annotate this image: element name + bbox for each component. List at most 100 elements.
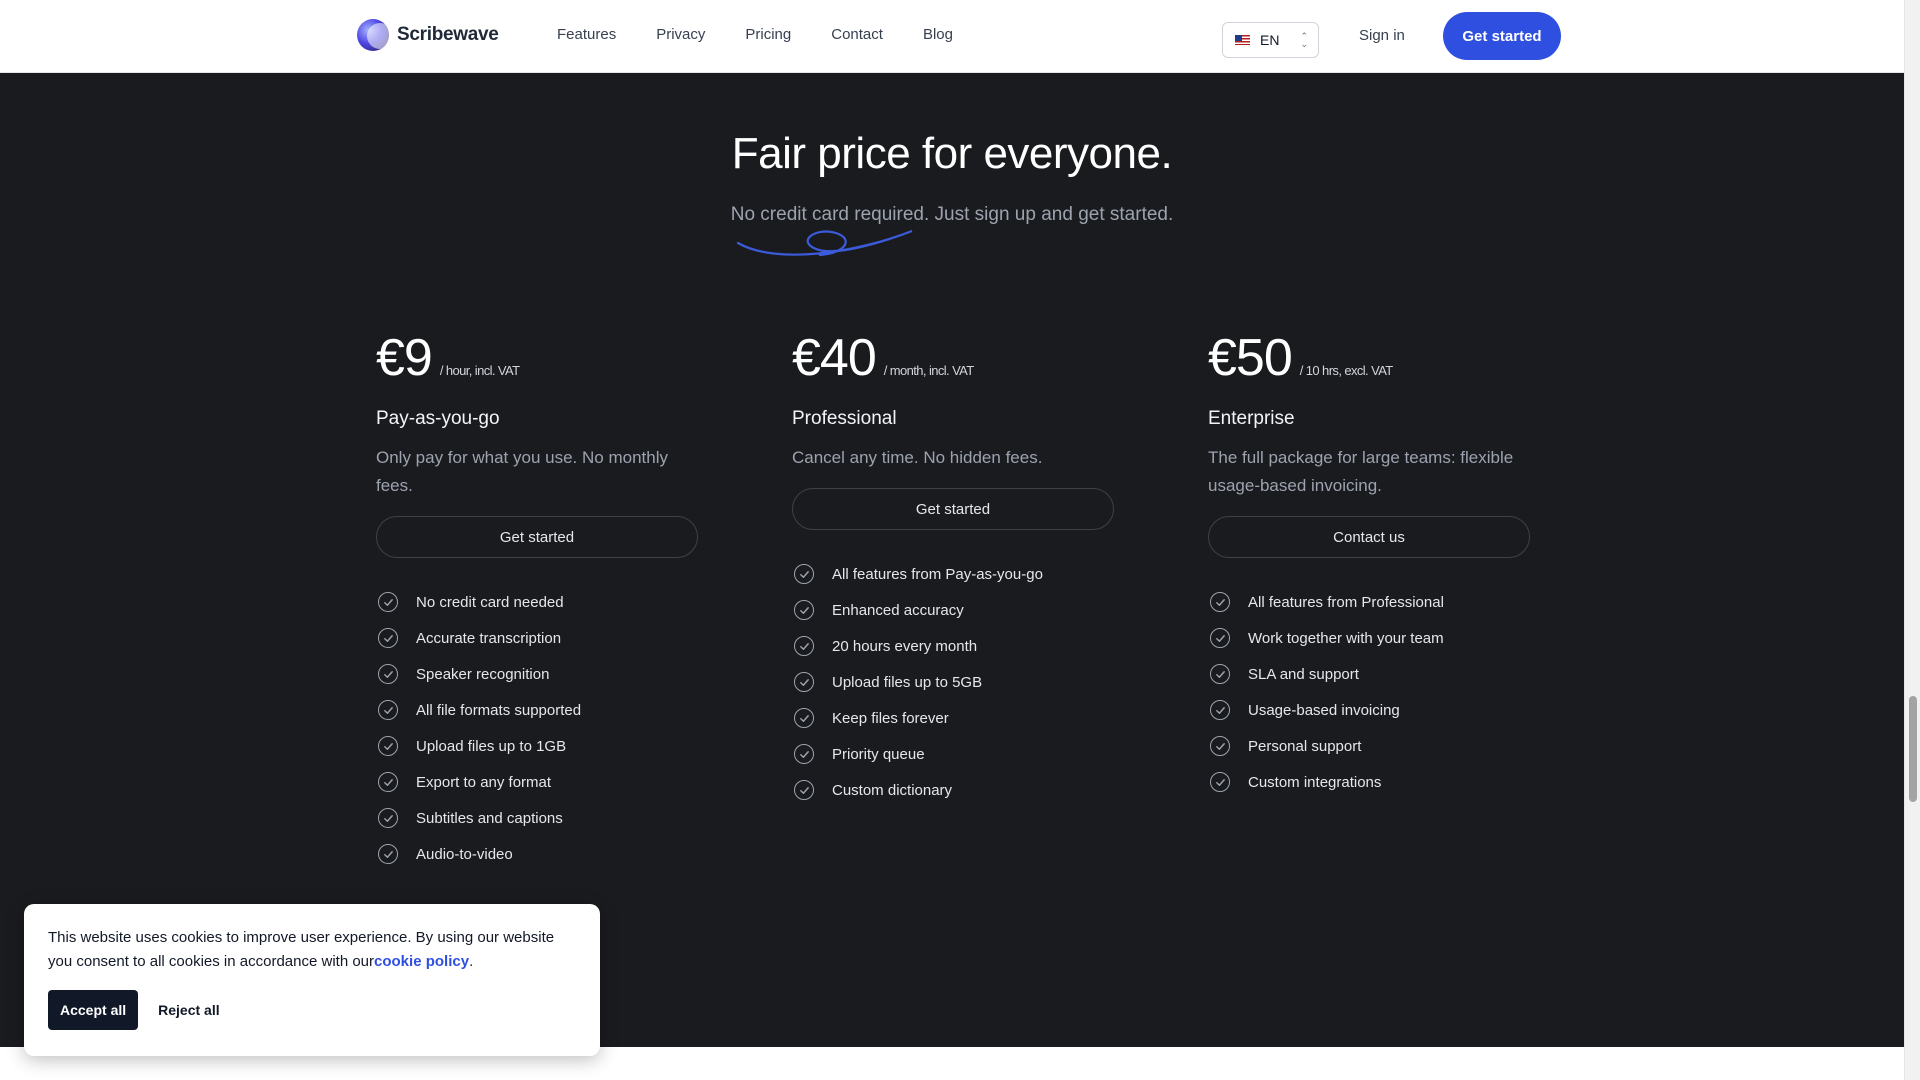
feature-item: Enhanced accuracy [792, 592, 1114, 628]
feature-item: Upload files up to 5GB [792, 664, 1114, 700]
check-circle-icon [378, 664, 398, 684]
cookie-actions: Accept all Reject all [48, 990, 576, 1030]
feature-label: Priority queue [832, 745, 925, 763]
feature-label: Keep files forever [832, 709, 949, 727]
feature-label: Accurate transcription [416, 629, 562, 647]
feature-label: No credit card needed [416, 593, 564, 611]
page-scrollbar[interactable] [1904, 0, 1920, 1080]
feature-label: Upload files up to 5GB [832, 673, 983, 691]
feature-label: SLA and support [1248, 665, 1359, 683]
cookie-text: This website uses cookies to improve use… [48, 929, 555, 970]
feature-label: Upload files up to 1GB [416, 737, 567, 755]
plan-card-enterprise: €50 / 10 hrs, excl. VAT Enterprise The f… [1208, 328, 1530, 800]
check-circle-icon [1210, 700, 1230, 720]
pricing-section: Fair price for everyone. No credit card … [0, 73, 1904, 1047]
accept-all-button[interactable]: Accept all [48, 990, 139, 1030]
feature-label: All features from Pay-as-you-go [832, 565, 1043, 583]
check-circle-icon [1210, 664, 1230, 684]
brand-logo[interactable]: Scribewave [357, 19, 499, 51]
pricing-title: Fair price for everyone. [731, 129, 1173, 178]
plan-price: €50 [1208, 329, 1293, 387]
check-circle-icon [378, 736, 398, 756]
feature-label: Custom dictionary [832, 781, 953, 799]
price-row: €40 / month, incl. VAT [792, 328, 1114, 392]
language-select[interactable]: EN ⌃ ⌄ [1222, 22, 1319, 58]
check-circle-icon [378, 592, 398, 612]
feature-item: Priority queue [792, 736, 1114, 772]
feature-item: Subtitles and captions [376, 800, 698, 836]
feature-item: SLA and support [1208, 656, 1530, 692]
check-circle-icon [794, 672, 814, 692]
feature-item: All features from Pay-as-you-go [792, 556, 1114, 592]
check-circle-icon [378, 700, 398, 720]
feature-item: Keep files forever [792, 700, 1114, 736]
feature-label: Speaker recognition [416, 665, 550, 683]
chevron-up-down-icon: ⌃ ⌄ [1300, 31, 1308, 49]
feature-item: All features from Professional [1208, 584, 1530, 620]
brand-name: Scribewave [397, 24, 499, 45]
plan-contact-us-button[interactable]: Contact us [1208, 516, 1530, 558]
feature-item: All file formats supported [376, 692, 698, 728]
feature-label: Audio-to-video [416, 845, 513, 863]
feature-item: Speaker recognition [376, 656, 698, 692]
plan-card-pay-as-you-go: €9 / hour, incl. VAT Pay-as-you-go Only … [376, 328, 698, 872]
cookie-suffix: . [469, 953, 474, 970]
feature-item: Usage-based invoicing [1208, 692, 1530, 728]
feature-item: Accurate transcription [376, 620, 698, 656]
language-label: EN [1260, 32, 1280, 48]
check-circle-icon [794, 564, 814, 584]
pricing-subtitle: No credit card required. Just sign up an… [730, 204, 1174, 225]
plan-name: Pay-as-you-go [376, 408, 500, 429]
feature-item: Audio-to-video [376, 836, 698, 872]
check-circle-icon [1210, 772, 1230, 792]
nav-link-contact[interactable]: Contact [831, 26, 883, 43]
check-circle-icon [378, 844, 398, 864]
feature-label: 20 hours every month [832, 637, 978, 655]
feature-label: All features from Professional [1248, 593, 1444, 611]
check-circle-icon [1210, 628, 1230, 648]
check-circle-icon [794, 744, 814, 764]
cookie-policy-link[interactable]: cookie policy [374, 953, 469, 970]
cookie-message: This website uses cookies to improve use… [48, 926, 576, 974]
feature-item: Personal support [1208, 728, 1530, 764]
plan-name: Enterprise [1208, 408, 1295, 429]
cookie-banner: This website uses cookies to improve use… [24, 904, 600, 1056]
feature-item: Export to any format [376, 764, 698, 800]
feature-label: Export to any format [416, 773, 552, 791]
check-circle-icon [1210, 592, 1230, 612]
nav-link-features[interactable]: Features [557, 26, 616, 43]
plan-price-unit: / 10 hrs, excl. VAT [1299, 363, 1393, 378]
check-circle-icon [378, 772, 398, 792]
us-flag-icon [1235, 35, 1250, 45]
plan-card-professional: €40 / month, incl. VAT Professional Canc… [792, 328, 1114, 808]
feature-list: All features from Professional Work toget… [1208, 584, 1530, 800]
plan-price-unit: / month, incl. VAT [883, 363, 974, 378]
check-circle-icon [378, 628, 398, 648]
nav-link-blog[interactable]: Blog [923, 26, 953, 43]
plan-get-started-button[interactable]: Get started [792, 488, 1114, 530]
feature-item: 20 hours every month [792, 628, 1114, 664]
feature-label: Personal support [1248, 737, 1362, 755]
plan-name: Professional [792, 408, 897, 429]
plan-description: Cancel any time. No hidden fees. [792, 448, 1043, 467]
plan-description: Only pay for what you use. No monthly fe… [376, 448, 668, 495]
plan-price: €9 [376, 329, 433, 387]
feature-label: Subtitles and captions [416, 809, 563, 827]
plan-get-started-button[interactable]: Get started [376, 516, 698, 558]
feature-label: Enhanced accuracy [832, 601, 964, 619]
check-circle-icon [794, 708, 814, 728]
feature-list: All features from Pay-as-you-go Enhanced … [792, 556, 1114, 808]
nav-link-privacy[interactable]: Privacy [656, 26, 705, 43]
feature-item: Work together with your team [1208, 620, 1530, 656]
plan-description: The full package for large teams: flexib… [1208, 448, 1514, 495]
feature-item: Custom dictionary [792, 772, 1114, 808]
check-circle-icon [794, 780, 814, 800]
check-circle-icon [794, 600, 814, 620]
reject-all-button[interactable]: Reject all [158, 1002, 219, 1018]
get-started-button[interactable]: Get started [1443, 12, 1561, 60]
sign-in-link[interactable]: Sign in [1359, 27, 1405, 44]
check-circle-icon [794, 636, 814, 656]
scrollbar-thumb[interactable] [1909, 696, 1917, 802]
feature-label: Usage-based invoicing [1248, 701, 1400, 719]
nav-link-pricing[interactable]: Pricing [745, 26, 791, 43]
